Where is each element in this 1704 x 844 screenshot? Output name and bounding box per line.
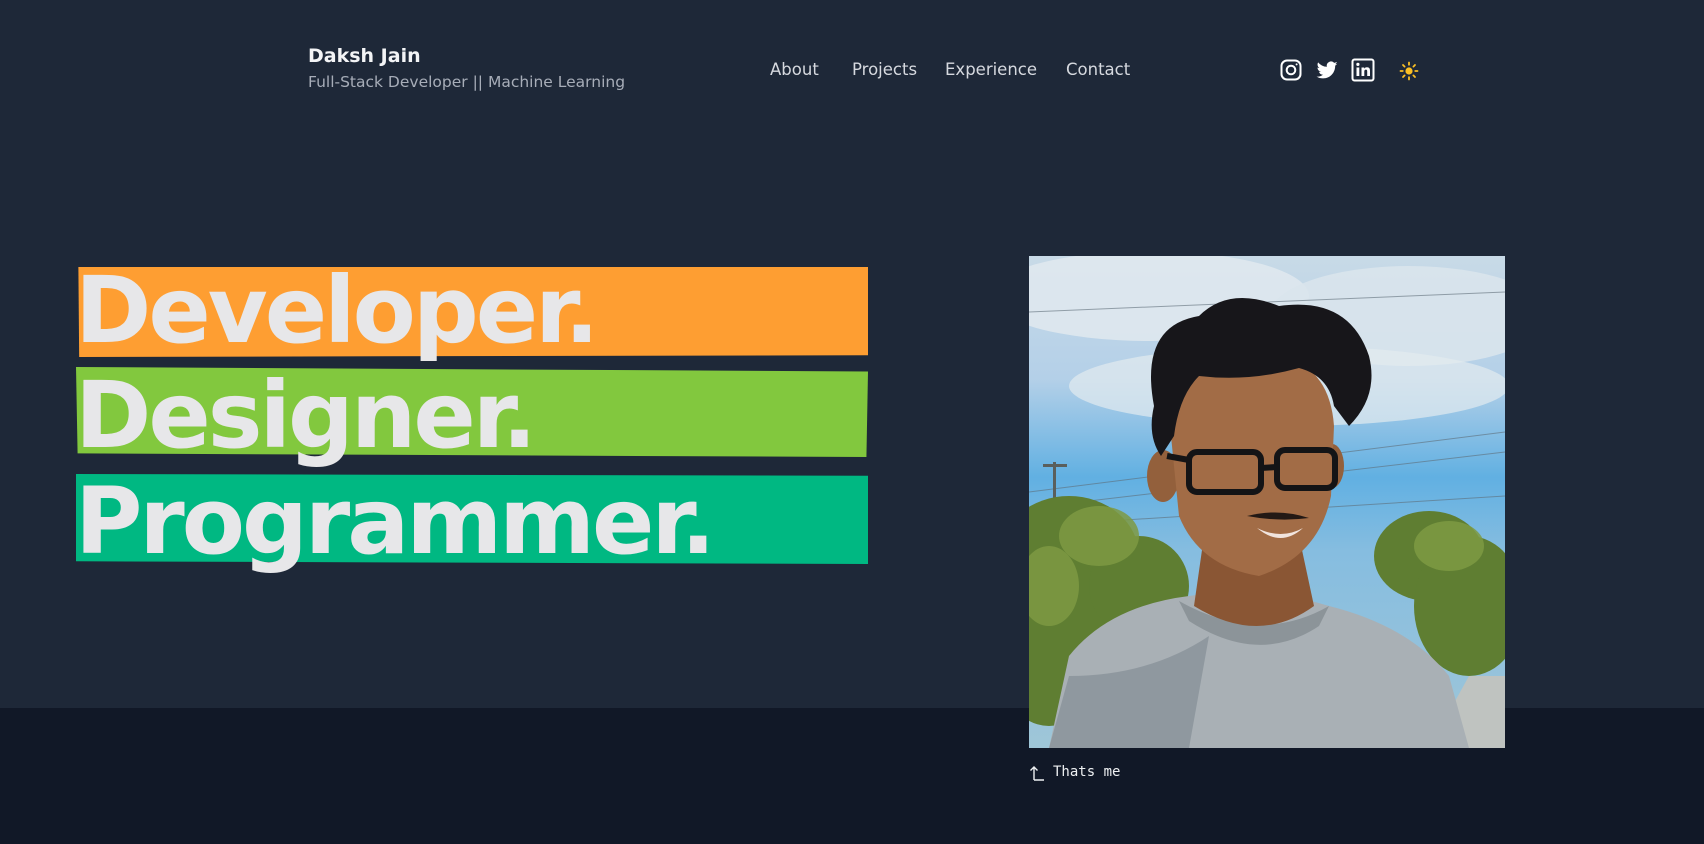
instagram-icon[interactable] xyxy=(1279,58,1303,82)
nav-contact[interactable]: Contact xyxy=(1066,58,1130,82)
nav-projects[interactable]: Projects xyxy=(852,58,917,82)
brand-name[interactable]: Daksh Jain xyxy=(308,44,625,68)
profile-photo xyxy=(1029,256,1505,748)
corner-up-arrow-icon xyxy=(1030,766,1044,781)
nav-about[interactable]: About xyxy=(770,58,819,82)
theme-toggle-button[interactable] xyxy=(1399,61,1419,81)
twitter-icon[interactable] xyxy=(1315,58,1339,82)
photo-caption: Thats me xyxy=(1029,764,1120,782)
nav-experience[interactable]: Experience xyxy=(945,58,1037,82)
linkedin-icon[interactable] xyxy=(1351,58,1375,82)
hero-word-designer: Designer. xyxy=(75,362,537,469)
hero-word-developer: Developer. xyxy=(75,257,599,364)
brand-tagline: Full-Stack Developer || Machine Learning xyxy=(308,73,626,91)
hero-word-programmer: Programmer. xyxy=(75,468,716,575)
sun-icon xyxy=(1399,61,1419,81)
brand: Daksh Jain Full-Stack Developer || Machi… xyxy=(308,44,625,93)
photo-caption-text: Thats me xyxy=(1053,764,1121,780)
